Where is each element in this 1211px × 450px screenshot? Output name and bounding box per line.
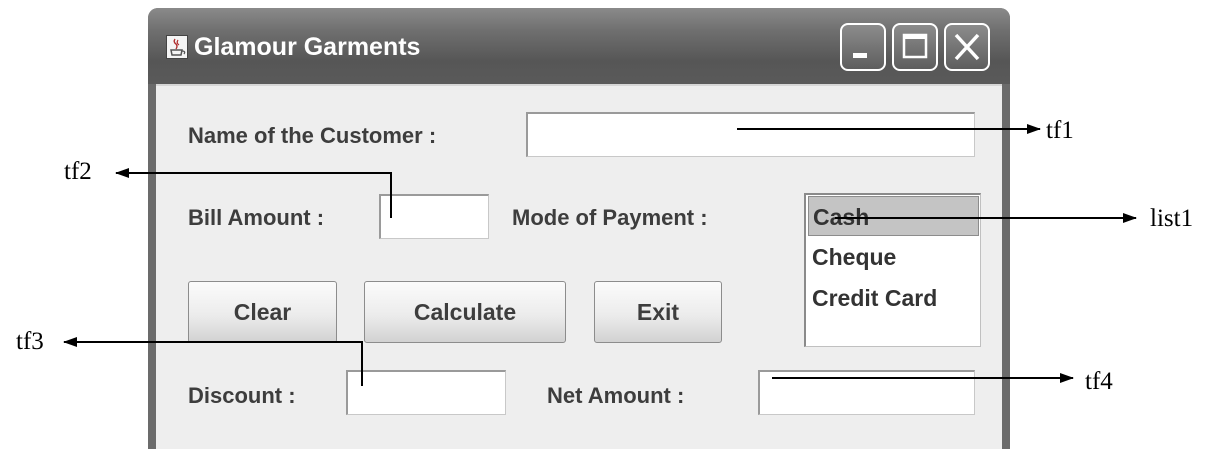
tf4-annotation: tf4 (1085, 368, 1113, 395)
list1-annotation: list1 (1150, 205, 1194, 232)
tf1-annotation: tf1 (1046, 117, 1074, 144)
tf2-arrow (115, 168, 392, 218)
annotation-arrows (63, 124, 1137, 386)
tf3-annotation: tf3 (16, 328, 44, 355)
tf2-annotation: tf2 (64, 158, 92, 185)
tf3-arrow (63, 337, 363, 386)
